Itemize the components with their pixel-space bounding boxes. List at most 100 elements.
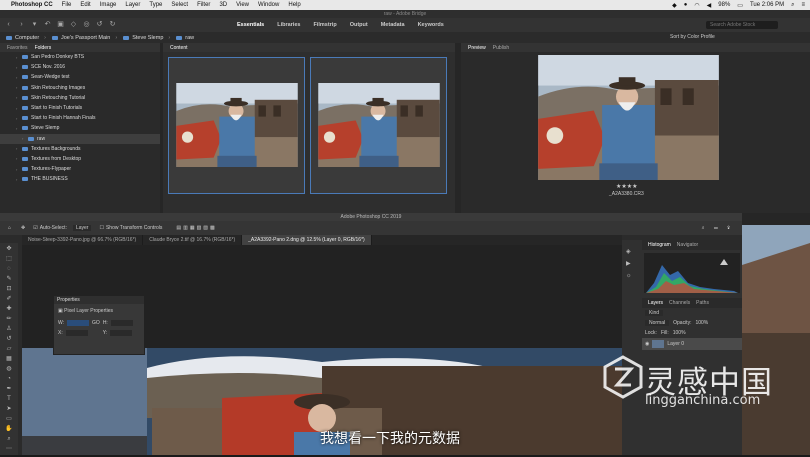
menu-filter[interactable]: Filter [197,2,210,8]
tab-navigator[interactable]: Navigator [677,242,698,248]
folder-item[interactable]: › Start to Finish Hannah Finals [0,113,160,123]
align-icons[interactable]: ▤▥▦▧▨▩ [176,225,216,231]
menu-select[interactable]: Select [171,2,188,8]
doc-tab-3[interactable]: _A2A3392-Pano 2.dng @ 12.5% (Layer 0, RG… [242,235,372,245]
play-icon[interactable]: ▶ [626,258,636,270]
workspace-libraries[interactable]: Libraries [277,22,300,28]
home-icon[interactable]: ⌂ [8,225,11,231]
open-in-camera-raw-icon[interactable]: ◎ [82,21,91,29]
h-field[interactable] [110,320,133,326]
workspace-filmstrip[interactable]: Filmstrip [313,22,336,28]
tab-channels[interactable]: Channels [669,300,690,306]
workspace-essentials[interactable]: Essentials [237,22,264,28]
dropbox-icon[interactable]: ◆ [672,2,677,9]
menu-layer[interactable]: Layer [125,2,140,8]
workspace-keywords[interactable]: Keywords [418,22,444,28]
crumb-steve-slemp[interactable]: Steve Slemp › [123,35,170,41]
creative-cloud-icon[interactable]: ● [684,2,688,8]
w-field[interactable] [67,320,90,326]
tab-layers[interactable]: Layers [648,300,663,306]
thumbnail-1[interactable] [168,57,305,194]
clock[interactable]: Tue 2:06 PM [750,2,784,8]
transform-checkbox[interactable]: ☐ [99,225,103,231]
crumb-drive[interactable]: Joe's Passport Main › [52,35,117,41]
menu-file[interactable]: File [62,2,72,8]
refine-icon[interactable]: ◇ [69,21,78,29]
layer-kind-filter[interactable]: Kind [645,310,664,316]
doc-tab-2[interactable]: Claude Bryce 2.tif @ 16.7% (RGB/16*) [143,235,243,245]
folder-item[interactable]: › Steve Slemp [0,123,160,133]
lasso-tool-icon[interactable]: ◌ [4,266,14,273]
menu-image[interactable]: Image [100,2,117,8]
thumbnail-2[interactable] [310,57,447,194]
menu-edit[interactable]: Edit [80,2,90,8]
sort-dropdown[interactable]: Sort by Color Profile [670,34,715,40]
menu-view[interactable]: View [236,2,249,8]
type-tool-icon[interactable]: T [4,396,14,403]
brush-tool-icon[interactable]: ✏ [4,316,14,323]
tab-folders[interactable]: Folders [35,45,52,51]
gradient-tool-icon[interactable]: ▦ [4,356,14,363]
blur-tool-icon[interactable]: ◍ [4,366,14,373]
stock-search-input[interactable]: Search Adobe Stock [706,21,778,29]
tab-content[interactable]: Content [170,45,188,51]
preview-photo[interactable] [535,55,722,180]
boomerang-icon[interactable]: ↶ [43,21,52,29]
layer-name[interactable]: Layer 0 [667,341,684,347]
folder-item[interactable]: › SCE Nov. 2016 [0,62,160,72]
search-icon[interactable]: ⌕ [791,2,794,9]
edit-toolbar-icon[interactable]: ⋯ [4,446,14,453]
folder-item[interactable]: › Start to Finish Tutorials [0,103,160,113]
path-select-tool-icon[interactable]: ➤ [4,406,14,413]
folder-item[interactable]: › Textures Backgrounds [0,144,160,154]
y-field[interactable] [110,330,133,336]
fill-value[interactable]: 100% [673,330,686,336]
app-menu[interactable]: Photoshop CC [11,2,53,8]
shape-tool-icon[interactable]: ▭ [4,416,14,423]
opacity-value[interactable]: 100% [695,320,708,326]
crumb-computer[interactable]: Computer › [6,35,46,41]
folder-item[interactable]: › Textures-Flypaper [0,164,160,174]
tab-publish[interactable]: Publish [493,45,509,51]
menu-help[interactable]: Help [288,2,300,8]
workspace-output[interactable]: Output [350,22,368,28]
tab-histogram[interactable]: Histogram [648,242,671,248]
forward-icon[interactable]: › [17,21,26,29]
folder-item[interactable]: › Sean-Wedge test [0,72,160,82]
folder-item[interactable]: › Skin Retouching Images [0,83,160,93]
menu-type[interactable]: Type [149,2,162,8]
doc-tab-1[interactable]: Noise-Steep-3392-Pano.jpg @ 66.7% (RGB/1… [22,235,144,245]
folder-item[interactable]: › Skin Retouching Tutorial [0,93,160,103]
zoom-tool-icon[interactable]: ⌕ [4,436,14,443]
menu-3d[interactable]: 3D [219,2,227,8]
eyedropper-tool-icon[interactable]: ✐ [4,296,14,303]
history-brush-tool-icon[interactable]: ↺ [4,336,14,343]
workspace-metadata[interactable]: Metadata [381,22,405,28]
folder-item[interactable]: › San Pedro Donkey BTS [0,52,160,62]
back-icon[interactable]: ‹ [4,21,13,29]
pen-tool-icon[interactable]: ✒ [4,386,14,393]
marquee-tool-icon[interactable]: ⬚ [4,256,14,263]
layer-row[interactable]: ◉ Layer 0 [642,338,742,350]
move-tool-icon[interactable]: ✥ [4,246,14,253]
menu-window[interactable]: Window [258,2,279,8]
tab-paths[interactable]: Paths [696,300,709,306]
folder-item[interactable]: › Textures from Desktop [0,154,160,164]
healing-tool-icon[interactable]: ✚ [4,306,14,313]
eraser-tool-icon[interactable]: ▱ [4,346,14,353]
hand-tool-icon[interactable]: ✋ [4,426,14,433]
adjust-icon[interactable]: ☼ [626,270,636,282]
tab-preview[interactable]: Preview [468,45,486,51]
visibility-eye-icon[interactable]: ◉ [645,341,649,347]
dodge-tool-icon[interactable]: ◔ [4,376,14,383]
blend-mode-select[interactable]: Normal [645,320,670,326]
battery-icon[interactable]: ▭ [737,2,743,9]
list-icon[interactable]: ≡ [801,2,805,8]
tab-favorites[interactable]: Favorites [7,45,28,51]
auto-select-checkbox[interactable]: ☑ [33,225,37,231]
crumb-raw[interactable]: raw [176,35,194,41]
clone-stamp-tool-icon[interactable]: ♙ [4,326,14,333]
rotate-right-icon[interactable]: ↻ [108,21,117,29]
rotate-left-icon[interactable]: ↺ [95,21,104,29]
volume-icon[interactable]: ◀ [707,2,712,9]
